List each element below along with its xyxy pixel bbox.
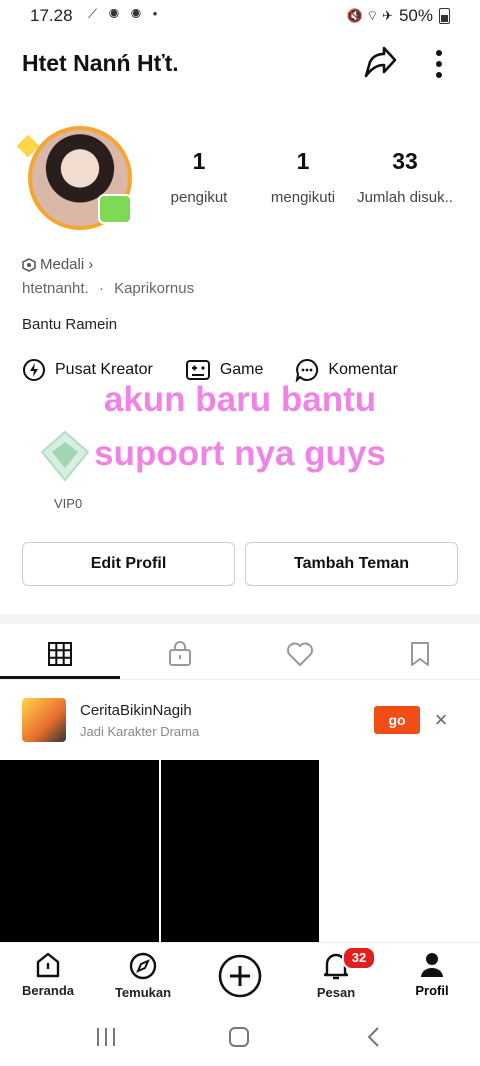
comment-icon — [296, 358, 319, 382]
vip-label: VIP0 — [54, 496, 83, 511]
status-time: 17.28 — [30, 6, 73, 25]
section-divider — [0, 614, 480, 624]
person-icon — [421, 953, 443, 977]
stat-value: 1 — [192, 148, 206, 174]
chevron-right-icon: › — [88, 256, 94, 273]
profile-handle: htetnanht. — [22, 280, 89, 297]
nav-create[interactable] — [200, 953, 280, 1003]
bottom-navigation: Beranda Temukan Pesan Profil — [0, 942, 480, 1009]
home-icon — [36, 952, 60, 978]
heart-icon — [287, 642, 313, 666]
status-right: 🔇 ⌔ ✈ 50% — [346, 6, 450, 26]
compass-icon — [129, 952, 157, 980]
status-system-icons: 🔇 ⌔ ✈ — [346, 8, 393, 23]
stat-value: 33 — [392, 148, 418, 174]
back-icon[interactable] — [366, 1026, 382, 1048]
profile-bio: Bantu Ramein — [22, 316, 118, 333]
stat-value: 1 — [296, 148, 310, 174]
close-icon[interactable]: × — [430, 706, 452, 734]
ad-banner[interactable]: CeritaBikinNagih Jadi Karakter Drama go … — [0, 692, 480, 750]
shortcut-label: Komentar — [328, 361, 398, 378]
share-icon[interactable] — [360, 44, 398, 82]
bookmark-icon — [411, 642, 429, 666]
lightning-circle-icon — [23, 359, 45, 381]
battery-percent: 50% — [398, 6, 433, 25]
stat-label: Jumlah disuk.. — [357, 189, 453, 206]
nav-profile[interactable]: Profil — [392, 951, 472, 998]
tab-liked[interactable] — [240, 628, 360, 680]
ad-thumbnail — [22, 698, 66, 742]
shortcut-row: Pusat Kreator Game Komentar — [22, 358, 398, 382]
stat-likes[interactable]: 33 Jumlah disuk.. — [350, 148, 460, 206]
more-options-icon[interactable] — [427, 46, 451, 82]
shortcut-creator-center[interactable]: Pusat Kreator — [22, 358, 153, 382]
stat-label: pengikut — [170, 189, 228, 206]
nav-label: Pesan — [316, 985, 356, 1000]
video-thumbnail[interactable] — [161, 760, 319, 942]
tab-private[interactable] — [120, 628, 240, 680]
overlay-caption-line1: akun baru bantu — [103, 380, 377, 419]
avatar-camera-sticker — [98, 194, 132, 224]
profile-username: Htet Nanń Hťt. — [22, 50, 179, 76]
video-thumbnail[interactable] — [0, 760, 159, 942]
add-friend-button[interactable]: Tambah Teman — [245, 542, 458, 586]
nav-discover[interactable]: Temukan — [103, 951, 183, 1000]
stat-followers[interactable]: 1 pengikut — [144, 148, 254, 206]
stat-following[interactable]: 1 mengikuti — [248, 148, 358, 206]
content-tabs — [0, 628, 480, 680]
avatar[interactable] — [12, 124, 142, 234]
ad-title: CeritaBikinNagih — [80, 702, 192, 719]
recent-apps-icon[interactable] — [94, 1026, 118, 1048]
profile-handle-line: htetnanht. · Kaprikornus — [22, 280, 194, 297]
system-navigation-bar — [0, 1008, 480, 1066]
stat-label: mengikuti — [270, 189, 336, 206]
messages-badge: 32 — [342, 946, 376, 970]
grid-icon — [48, 642, 72, 666]
ad-go-button[interactable]: go — [374, 706, 420, 734]
nav-label: Temukan — [114, 985, 172, 1000]
medal-link[interactable]: Medali › — [22, 256, 93, 273]
gamepad-icon — [185, 360, 210, 380]
handle-separator: · — [98, 280, 104, 297]
tab-saved[interactable] — [360, 628, 480, 680]
tabs-bottom-border — [0, 679, 480, 680]
battery-icon — [439, 8, 450, 24]
status-notification-icons: ⟋ ◉ ◉ • — [88, 6, 162, 21]
shortcut-label: Game — [219, 361, 264, 378]
nav-label: Beranda — [21, 983, 75, 998]
profile-zodiac: Kaprikornus — [114, 280, 195, 297]
nav-label: Profil — [415, 983, 449, 998]
medal-label: Medali — [40, 256, 85, 273]
edit-profile-button[interactable]: Edit Profil — [22, 542, 235, 586]
medal-icon — [22, 257, 36, 272]
vip-badge-icon[interactable] — [36, 430, 94, 482]
shortcut-label: Pusat Kreator — [55, 361, 153, 378]
lock-bag-icon — [169, 641, 191, 666]
shortcut-game[interactable]: Game — [185, 358, 264, 382]
home-button-icon[interactable] — [228, 1026, 250, 1048]
create-plus-icon — [218, 954, 262, 998]
tab-grid[interactable] — [0, 628, 120, 680]
nav-home[interactable]: Beranda — [8, 951, 88, 998]
shortcut-comments[interactable]: Komentar — [295, 358, 398, 382]
ad-subtitle: Jadi Karakter Drama — [80, 724, 200, 739]
status-bar: 17.28 ⟋ ◉ ◉ • 🔇 ⌔ ✈ 50% — [0, 0, 480, 32]
